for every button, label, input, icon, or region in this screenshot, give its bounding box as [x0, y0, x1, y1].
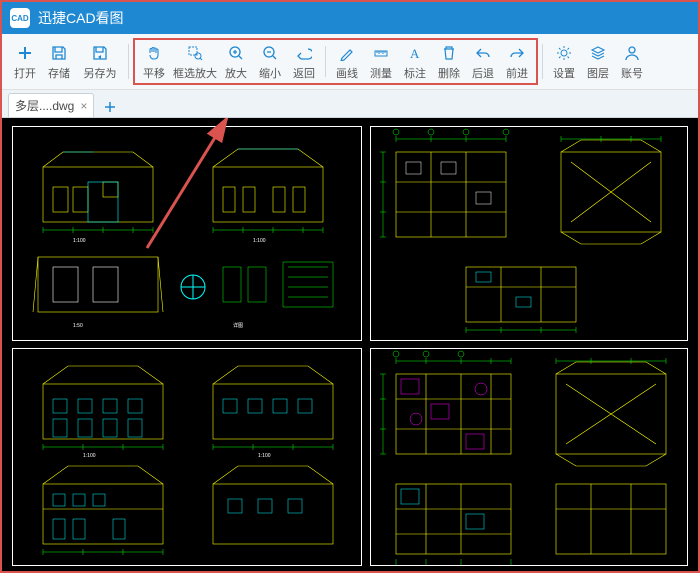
- zoom-out-icon: [262, 43, 278, 63]
- zoom-in-icon: [228, 43, 244, 63]
- toolbar: 打开 存储 另存为 平移 框选放大 放大: [2, 34, 698, 90]
- redo-label: 前进: [506, 65, 528, 81]
- draw-line-label: 画线: [336, 65, 358, 81]
- view-back-label: 返回: [293, 65, 315, 81]
- text-icon: A: [407, 43, 423, 63]
- trash-icon: [441, 43, 457, 63]
- redo-icon: [509, 43, 525, 63]
- drawing-canvas[interactable]: 1:100 1:100 1:50 详图: [2, 118, 698, 571]
- settings-label: 设置: [553, 65, 575, 81]
- pencil-icon: [339, 43, 355, 63]
- svg-text:1:100: 1:100: [258, 453, 271, 459]
- zoom-window-button[interactable]: 框选放大: [171, 40, 219, 83]
- layers-button[interactable]: 图层: [581, 38, 615, 85]
- toolbar-separator: [542, 44, 543, 79]
- add-tab-button[interactable]: [100, 97, 120, 117]
- tabbar: 多层....dwg ×: [2, 90, 698, 118]
- plus-icon: [17, 43, 33, 63]
- ruler-icon: [373, 43, 389, 63]
- toolbar-group-file: 打开 存储 另存为: [8, 38, 124, 85]
- close-icon[interactable]: ×: [80, 99, 87, 113]
- svg-text:1:100: 1:100: [253, 238, 266, 244]
- settings-button[interactable]: 设置: [547, 38, 581, 85]
- measure-button[interactable]: 测量: [364, 40, 398, 83]
- gear-icon: [556, 43, 572, 63]
- zoom-out-button[interactable]: 缩小: [253, 40, 287, 83]
- measure-label: 测量: [370, 65, 392, 81]
- zoom-window-label: 框选放大: [173, 65, 217, 81]
- account-label: 账号: [621, 65, 643, 81]
- pan-label: 平移: [143, 65, 165, 81]
- redo-button[interactable]: 前进: [500, 40, 534, 83]
- delete-label: 删除: [438, 65, 460, 81]
- open-label: 打开: [14, 65, 36, 81]
- zoom-window-icon: [187, 43, 203, 63]
- pan-button[interactable]: 平移: [137, 40, 171, 83]
- user-icon: [624, 43, 640, 63]
- return-icon: [296, 43, 312, 63]
- svg-text:1:50: 1:50: [73, 323, 83, 329]
- saveas-button[interactable]: 另存为: [76, 38, 124, 85]
- drawing-panel: 1:100 1:100 1:50 详图: [12, 126, 362, 341]
- svg-text:详图: 详图: [233, 322, 243, 329]
- account-button[interactable]: 账号: [615, 38, 649, 85]
- view-back-button[interactable]: 返回: [287, 40, 321, 83]
- zoom-in-button[interactable]: 放大: [219, 40, 253, 83]
- delete-button[interactable]: 删除: [432, 40, 466, 83]
- annotate-label: 标注: [404, 65, 426, 81]
- toolbar-group-highlighted: 平移 框选放大 放大 缩小 返回 画线: [133, 38, 538, 85]
- save-icon: [51, 43, 67, 63]
- hand-icon: [146, 43, 162, 63]
- layers-label: 图层: [587, 65, 609, 81]
- zoom-out-label: 缩小: [259, 65, 281, 81]
- save-button[interactable]: 存储: [42, 38, 76, 85]
- undo-button[interactable]: 后退: [466, 40, 500, 83]
- layers-icon: [590, 43, 606, 63]
- titlebar: CAD 迅捷CAD看图: [2, 2, 698, 34]
- saveas-label: 另存为: [84, 65, 117, 81]
- undo-icon: [475, 43, 491, 63]
- app-title: 迅捷CAD看图: [38, 8, 124, 28]
- document-tab[interactable]: 多层....dwg ×: [8, 93, 94, 117]
- toolbar-separator: [128, 44, 129, 79]
- svg-text:1:100: 1:100: [73, 238, 86, 244]
- tab-label: 多层....dwg: [15, 97, 74, 114]
- draw-line-button[interactable]: 画线: [330, 40, 364, 83]
- open-button[interactable]: 打开: [8, 38, 42, 85]
- drawing-panel: [370, 348, 688, 566]
- toolbar-separator: [325, 46, 326, 77]
- drawing-panel: 1:100 1:100: [12, 348, 362, 566]
- save-label: 存储: [48, 65, 70, 81]
- saveas-icon: [92, 43, 108, 63]
- toolbar-group-right: 设置 图层 账号: [547, 38, 649, 85]
- svg-text:1:100: 1:100: [83, 453, 96, 459]
- svg-text:A: A: [410, 46, 420, 61]
- undo-label: 后退: [472, 65, 494, 81]
- annotate-button[interactable]: A 标注: [398, 40, 432, 83]
- zoom-in-label: 放大: [225, 65, 247, 81]
- drawing-panel: [370, 126, 688, 341]
- app-logo: CAD: [10, 8, 30, 28]
